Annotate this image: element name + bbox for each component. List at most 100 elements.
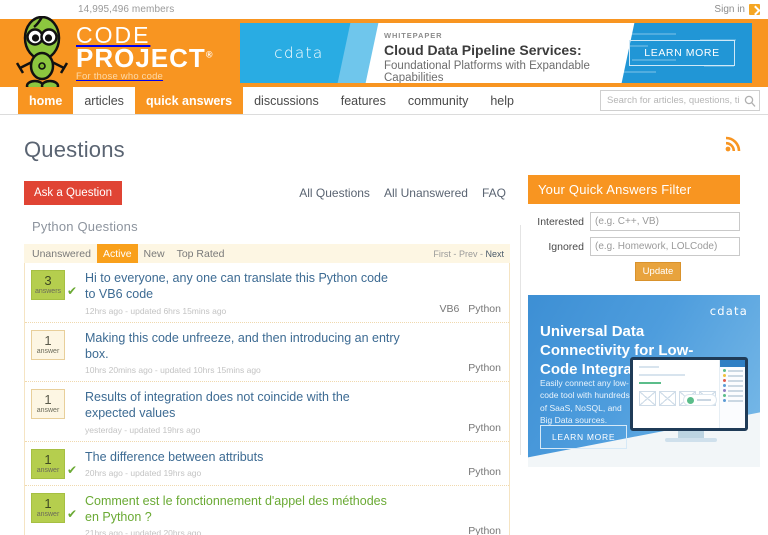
answer-count: 1 bbox=[44, 451, 52, 467]
accepted-answer-check-icon: ✔ bbox=[67, 284, 78, 298]
table-row[interactable]: 3 answers ✔ Hi to everyone, any one can … bbox=[25, 263, 509, 323]
question-title-link[interactable]: Results of integration does not coincide… bbox=[85, 389, 401, 422]
question-meta: 10hrs 20mins ago - updated 10hrs 15mins … bbox=[85, 365, 261, 375]
question-body: Comment est le fonctionnement d'appel de… bbox=[81, 492, 401, 535]
answer-count-badge: 1 answer bbox=[31, 329, 65, 360]
search-input[interactable] bbox=[601, 94, 741, 107]
tag-link[interactable]: Python bbox=[468, 422, 501, 434]
nav-item-community[interactable]: community bbox=[397, 87, 479, 114]
tag-link[interactable]: Python bbox=[468, 525, 501, 535]
table-row[interactable]: 1 answer ✔ Comment est le fonctionnement… bbox=[25, 486, 509, 535]
main-navigation: home articles quick answers discussions … bbox=[0, 87, 768, 115]
logo-wordmark: CODE PROJECT® For those who code bbox=[76, 24, 213, 82]
filter-tabs: Unanswered Active New Top Rated bbox=[26, 244, 230, 263]
ignored-field-row: Ignored bbox=[528, 237, 740, 256]
interested-label: Interested bbox=[537, 215, 584, 228]
page-title: Questions bbox=[24, 137, 125, 162]
question-body: The difference between attributs 20hrs a… bbox=[81, 448, 401, 478]
tag-link[interactable]: Python bbox=[468, 362, 501, 374]
interested-field-row: Interested bbox=[528, 212, 740, 231]
rss-icon[interactable] bbox=[724, 133, 744, 157]
answer-count-badge: 1 answer bbox=[31, 389, 65, 419]
banner-cta-panel[interactable]: LEARN MORE bbox=[612, 23, 752, 83]
table-row[interactable]: 1 answer ✔ Making this code unfreeze, an… bbox=[25, 323, 509, 382]
banner-title: Cloud Data Pipeline Services: bbox=[384, 42, 582, 58]
answer-count: 1 bbox=[44, 495, 52, 511]
question-tags: Python bbox=[401, 525, 509, 535]
link-faq[interactable]: FAQ bbox=[482, 186, 506, 200]
accepted-answer-check-icon: ✔ bbox=[67, 506, 78, 521]
question-body: Making this code unfreeze, and then intr… bbox=[81, 329, 401, 376]
question-meta: 21hrs ago - updated 20hrs ago bbox=[85, 528, 202, 535]
question-title-link[interactable]: The difference between attributs bbox=[85, 449, 401, 465]
link-all-questions[interactable]: All Questions bbox=[299, 186, 370, 200]
answer-count: 1 bbox=[44, 332, 52, 348]
ask-a-question-button[interactable]: Ask a Question bbox=[24, 181, 122, 205]
question-tags: Python bbox=[401, 362, 509, 375]
banner-learn-more-button[interactable]: LEARN MORE bbox=[629, 40, 735, 66]
question-title-link[interactable]: Hi to everyone, any one can translate th… bbox=[85, 270, 401, 303]
answer-count: 1 bbox=[44, 392, 52, 407]
filter-tab-new[interactable]: New bbox=[138, 244, 171, 263]
banner-copy: WHITEPAPER Cloud Data Pipeline Services:… bbox=[358, 23, 612, 83]
ignored-label: Ignored bbox=[548, 240, 584, 253]
interested-input[interactable] bbox=[590, 212, 740, 231]
pager-sep-1: - bbox=[453, 248, 457, 259]
tag-link[interactable]: VB6 bbox=[439, 303, 459, 315]
header-banner-ad[interactable]: cdata WHITEPAPER Cloud Data Pipeline Ser… bbox=[240, 23, 752, 83]
search-icon[interactable] bbox=[741, 95, 759, 107]
filter-panel-heading: Your Quick Answers Filter bbox=[528, 175, 740, 204]
question-body: Results of integration does not coincide… bbox=[81, 388, 401, 435]
sidebar-divider bbox=[520, 225, 521, 455]
nav-item-quick-answers[interactable]: quick answers bbox=[134, 87, 244, 114]
question-meta: yesterday - updated 19hrs ago bbox=[85, 424, 201, 435]
question-tags: Python bbox=[401, 422, 509, 435]
answer-count-label: answers bbox=[34, 288, 62, 296]
codeproject-logo[interactable]: CODE PROJECT® For those who code bbox=[10, 15, 242, 93]
tag-link[interactable]: Python bbox=[468, 303, 501, 315]
nav-item-home[interactable]: home bbox=[18, 87, 74, 114]
codeproject-bug-mascot-icon bbox=[14, 15, 70, 96]
questions-filter-bar: Unanswered Active New Top Rated First - … bbox=[24, 244, 510, 263]
table-row[interactable]: 1 answer ✔ Results of integration does n… bbox=[25, 382, 509, 442]
question-tags: Python bbox=[401, 466, 509, 479]
sign-in-area[interactable]: Sign in bbox=[714, 4, 760, 15]
answer-count-badge: 3 answers bbox=[31, 270, 65, 300]
pagination: First - Prev - Next bbox=[433, 249, 510, 259]
pager-next[interactable]: Next bbox=[485, 249, 504, 259]
answer-count-label: answer bbox=[36, 466, 60, 474]
question-meta: 20hrs ago - updated 19hrs ago bbox=[85, 467, 202, 478]
sidebar-ad-learn-more-button[interactable]: LEARN MORE bbox=[540, 425, 628, 449]
nav-item-features[interactable]: features bbox=[330, 87, 397, 114]
nav-item-articles[interactable]: articles bbox=[73, 87, 135, 114]
logo-tagline: For those who code bbox=[76, 71, 164, 83]
nav-item-help[interactable]: help bbox=[479, 87, 525, 114]
search-box[interactable] bbox=[600, 90, 760, 111]
filter-panel-body: Interested Ignored Update bbox=[528, 204, 740, 281]
filter-tab-unanswered[interactable]: Unanswered bbox=[26, 244, 97, 263]
table-row[interactable]: 1 answer ✔ The difference between attrib… bbox=[25, 442, 509, 486]
accepted-answer-check-icon: ✔ bbox=[67, 462, 78, 477]
link-all-unanswered[interactable]: All Unanswered bbox=[384, 186, 468, 200]
filter-tab-top-rated[interactable]: Top Rated bbox=[171, 244, 231, 263]
nav-item-discussions[interactable]: discussions bbox=[243, 87, 330, 114]
rss-feed-link[interactable] bbox=[528, 133, 758, 157]
pager-first[interactable]: First bbox=[433, 249, 451, 259]
questions-list: 3 answers ✔ Hi to everyone, any one can … bbox=[24, 263, 510, 535]
banner-brand-panel: cdata bbox=[240, 23, 358, 83]
sidebar-ad[interactable]: cdata Universal Data Connectivity for Lo… bbox=[528, 295, 760, 467]
top-member-bar: 14,995,496 members Sign in bbox=[0, 0, 768, 19]
question-meta: 12hrs ago - updated 6hrs 15mins ago bbox=[85, 305, 227, 316]
breadcrumb: Python Questions bbox=[32, 219, 138, 234]
sign-in-link[interactable]: Sign in bbox=[714, 4, 745, 15]
logo-line-project: PROJECT® bbox=[76, 45, 213, 71]
tag-link[interactable]: Python bbox=[468, 466, 501, 478]
member-count: 14,995,496 members bbox=[78, 4, 175, 15]
filter-tab-active[interactable]: Active bbox=[96, 244, 138, 263]
question-title-link[interactable]: Making this code unfreeze, and then intr… bbox=[85, 330, 401, 363]
update-filter-button[interactable]: Update bbox=[634, 262, 682, 281]
pager-prev[interactable]: Prev bbox=[459, 249, 478, 259]
quick-answers-filter-panel: Your Quick Answers Filter Interested Ign… bbox=[528, 175, 740, 281]
question-title-link[interactable]: Comment est le fonctionnement d'appel de… bbox=[85, 493, 401, 526]
ignored-input[interactable] bbox=[590, 237, 740, 256]
